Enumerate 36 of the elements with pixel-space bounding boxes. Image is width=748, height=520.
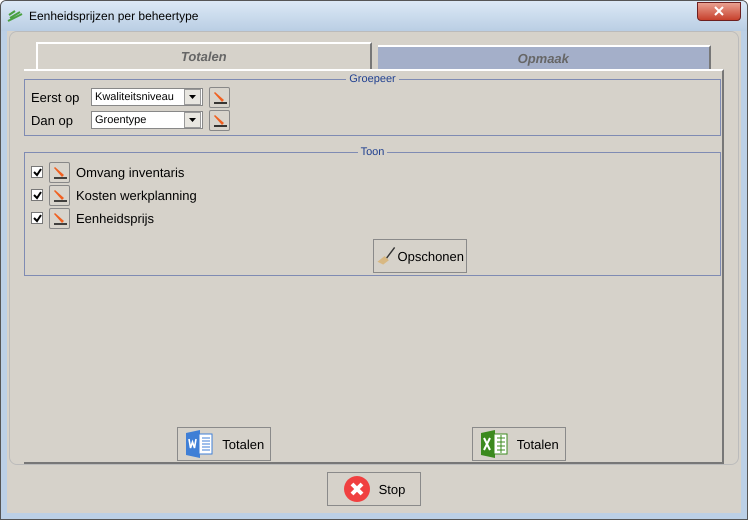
edit-button[interactable] bbox=[49, 208, 70, 228]
window-title: Eenheidsprijzen per beheertype bbox=[29, 9, 200, 23]
dropdown[interactable]: Groentype bbox=[91, 111, 203, 129]
option-label: Eenheidsprijs bbox=[76, 210, 154, 226]
pencil-icon bbox=[52, 210, 68, 226]
option-label: Omvang inventaris bbox=[76, 164, 184, 180]
tab[interactable]: Totalen bbox=[36, 42, 372, 69]
dropdown-arrow-icon bbox=[189, 118, 196, 122]
pencil-icon bbox=[212, 89, 228, 105]
close-button[interactable] bbox=[697, 2, 741, 20]
edit-button[interactable] bbox=[49, 162, 70, 182]
field-label: Dan op bbox=[31, 112, 74, 128]
option-label: Kosten werkplanning bbox=[76, 188, 197, 202]
close-icon bbox=[714, 6, 724, 16]
word-export-button[interactable]: Totalen bbox=[177, 427, 272, 461]
checkbox[interactable] bbox=[31, 189, 43, 201]
edit-button[interactable] bbox=[209, 86, 230, 108]
dropdown-arrow-icon bbox=[189, 95, 196, 99]
pencil-icon bbox=[212, 112, 228, 128]
stop-button[interactable]: Stop bbox=[327, 472, 421, 506]
excel-export-button[interactable]: Totalen bbox=[472, 427, 566, 461]
checkbox[interactable] bbox=[31, 212, 43, 224]
field-label: Eerst op bbox=[31, 90, 80, 104]
document-icon bbox=[184, 429, 214, 459]
clear-button[interactable]: Opschonen bbox=[373, 239, 467, 273]
dropdown[interactable]: Kwaliteitsniveau bbox=[91, 88, 203, 106]
group-title: Toon bbox=[358, 146, 388, 158]
group-title: Groepeer bbox=[346, 73, 399, 85]
spreadsheet-icon bbox=[478, 429, 509, 459]
stop-icon bbox=[342, 475, 371, 503]
checkbox[interactable] bbox=[31, 166, 43, 178]
pencil-icon bbox=[52, 187, 68, 203]
pencil-icon bbox=[52, 164, 68, 180]
edit-button[interactable] bbox=[209, 110, 230, 130]
edit-button[interactable] bbox=[49, 184, 70, 206]
app-icon bbox=[7, 9, 23, 23]
